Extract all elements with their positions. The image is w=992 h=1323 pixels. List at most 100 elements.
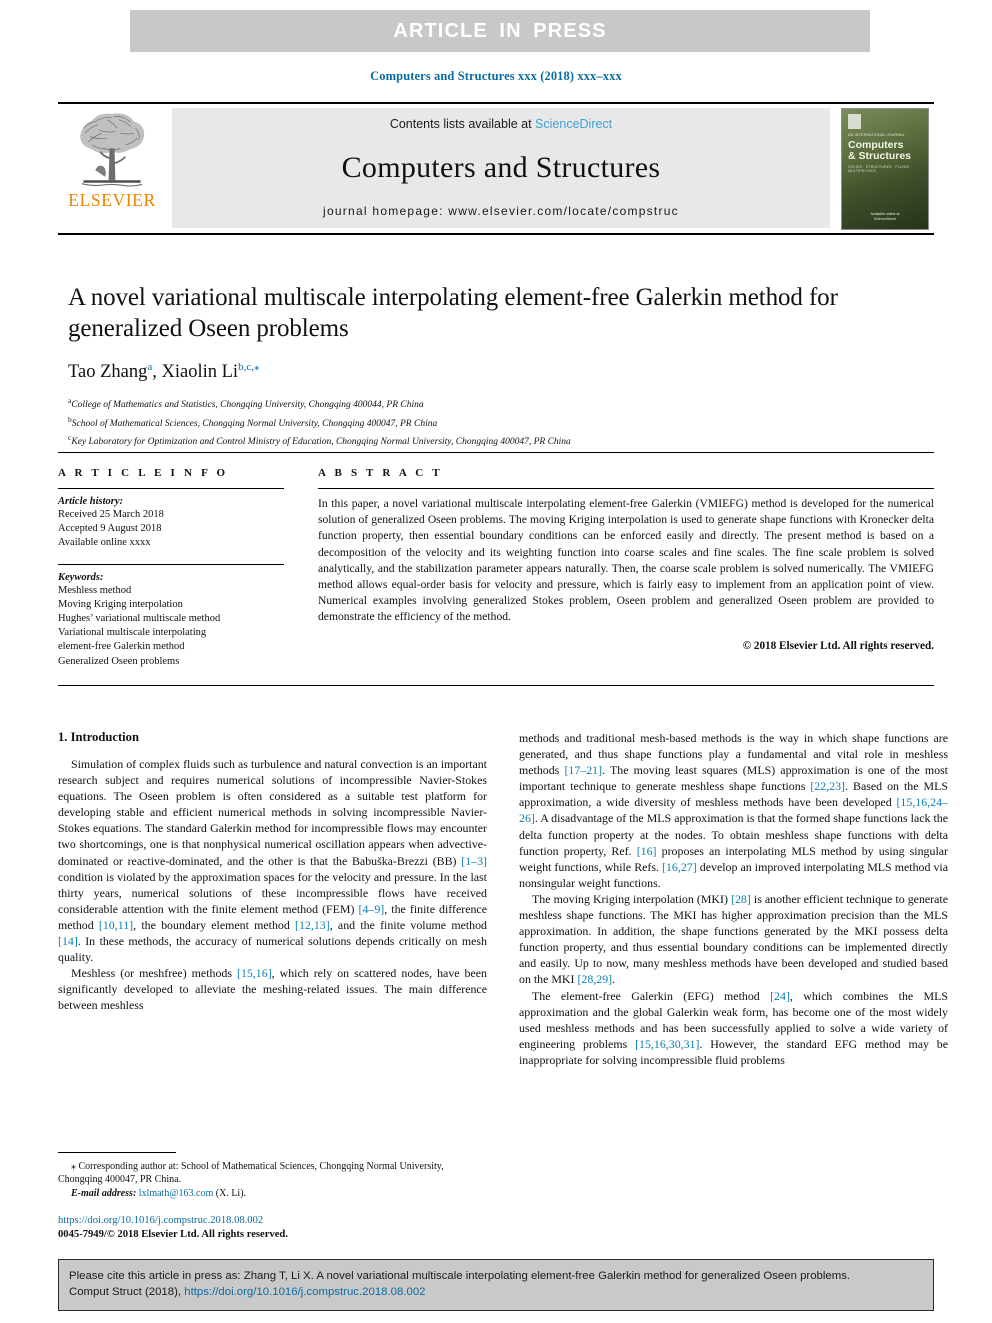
- footnote-divider: [58, 1151, 176, 1153]
- journal-homepage[interactable]: journal homepage: www.elsevier.com/locat…: [323, 204, 679, 218]
- keyword-item: Moving Kriging interpolation: [58, 598, 183, 610]
- author-list: Tao Zhanga, Xiaolin Lib,c,⁎: [68, 361, 260, 383]
- paragraph: The element-free Galerkin (EFG) method […: [519, 988, 948, 1067]
- body-column-left: 1. Introduction Simulation of complex fl…: [58, 730, 487, 1242]
- article-info-column: A R T I C L E I N F O Article history: R…: [58, 467, 298, 669]
- keyword-item: Meshless method: [58, 584, 132, 596]
- article-in-press-banner: ARTICLE IN PRESS: [130, 10, 870, 52]
- elsevier-tree-icon: [80, 113, 145, 187]
- keyword-item: element-free Galerkin method: [58, 641, 185, 653]
- citation-reference[interactable]: [14]: [58, 934, 78, 948]
- article-history-item: Available online xxxx: [58, 537, 151, 549]
- email-owner: (X. Li).: [215, 1187, 247, 1199]
- footnote-block: ⁎ Corresponding author at: School of Mat…: [58, 1151, 487, 1242]
- publisher-logo: ELSEVIER: [58, 104, 166, 233]
- citation-reference[interactable]: [15,16]: [237, 966, 272, 980]
- issn-copyright: 0045-7949/© 2018 Elsevier Ltd. All right…: [58, 1229, 288, 1240]
- masthead-center: Contents lists available at ScienceDirec…: [172, 108, 830, 228]
- citation-reference[interactable]: [16,27]: [662, 860, 697, 874]
- paragraph: The moving Kriging interpolation (MKI) […: [519, 891, 948, 987]
- running-head: Computers and Structures xxx (2018) xxx–…: [370, 69, 622, 83]
- corresponding-author-note: ⁎ Corresponding author at: School of Mat…: [58, 1160, 487, 1187]
- info-abstract-band: A R T I C L E I N F O Article history: R…: [58, 452, 934, 686]
- affiliation-item: aCollege of Mathematics and Statistics, …: [68, 394, 868, 413]
- article-info-heading: A R T I C L E I N F O: [58, 467, 229, 479]
- doi-link[interactable]: https://doi.org/10.1016/j.compstruc.2018…: [58, 1214, 487, 1228]
- cover-kicker: AN INTERNATIONAL JOURNAL: [848, 132, 905, 137]
- author-name: Tao Zhang: [68, 362, 148, 383]
- citation-reference[interactable]: [1–3]: [461, 854, 487, 868]
- citation-line-1: Please cite this article in press as: Zh…: [69, 1270, 851, 1282]
- citation-reference[interactable]: [15,16,30,31]: [635, 1037, 699, 1051]
- citation-reference[interactable]: [16]: [637, 844, 657, 858]
- abstract-column: A B S T R A C T In this paper, a novel v…: [298, 467, 934, 669]
- abstract-text: In this paper, a novel variational multi…: [318, 497, 934, 624]
- keyword-item: Generalized Oseen problems: [58, 655, 180, 667]
- journal-title: Computers and Structures: [341, 150, 661, 184]
- cover-title-line2: & Structures: [848, 150, 912, 162]
- citation-reference[interactable]: [17–21]: [564, 763, 602, 777]
- paragraph: Meshless (or meshfree) methods [15,16], …: [58, 966, 487, 1013]
- journal-masthead: ELSEVIER Contents lists available at Sci…: [58, 102, 934, 235]
- author-affiliation-marker: b,c,⁎: [238, 361, 260, 373]
- article-in-press-label: ARTICLE IN PRESS: [393, 19, 607, 42]
- title-block: A novel variational multiscale interpola…: [68, 282, 868, 450]
- citation-reference[interactable]: [28]: [731, 892, 751, 906]
- citation-reference[interactable]: [4–9]: [359, 902, 385, 916]
- affiliation-text: School of Mathematical Sciences, Chongqi…: [71, 418, 438, 429]
- divider: [318, 488, 934, 489]
- author-name: Xiaolin Li: [161, 362, 239, 383]
- citation-reference[interactable]: [22,23]: [810, 779, 845, 793]
- divider: [58, 488, 284, 489]
- abstract-heading: A B S T R A C T: [318, 467, 443, 479]
- keywords-label: Keywords:: [58, 571, 104, 583]
- cover-subtitle: SOLIDS · STRUCTURES · FLUIDS · MULTIPHYS…: [848, 164, 912, 173]
- citation-prefix: Comput Struct (2018),: [69, 1286, 185, 1298]
- citation-reference[interactable]: [12,13]: [295, 918, 330, 932]
- copyright-line: © 2018 Elsevier Ltd. All rights reserved…: [742, 639, 934, 652]
- article-history-label: Article history:: [58, 496, 124, 507]
- email-note: E-mail address: lxlmath@163.com (X. Li).: [58, 1187, 487, 1200]
- footnote-star-icon: ⁎: [71, 1160, 76, 1172]
- citation-line-2: Comput Struct (2018), https://doi.org/10…: [69, 1284, 923, 1300]
- citation-reference[interactable]: [15,16,24–26]: [519, 795, 948, 825]
- corresponding-author-text: Corresponding author at: School of Mathe…: [58, 1160, 444, 1186]
- affiliation-text: College of Mathematics and Statistics, C…: [71, 400, 424, 411]
- cover-title: Computers & Structures: [848, 139, 912, 163]
- citation-notice-box: Please cite this article in press as: Zh…: [58, 1259, 934, 1311]
- sciencedirect-link[interactable]: ScienceDirect: [535, 117, 612, 131]
- body-columns: 1. Introduction Simulation of complex fl…: [58, 730, 948, 1242]
- cover-footer: Available online at ScienceDirect: [842, 212, 928, 222]
- keyword-item: Variational multiscale interpolating: [58, 627, 207, 639]
- cover-footer-line2: ScienceDirect: [873, 216, 897, 221]
- journal-cover-thumbnail: AN INTERNATIONAL JOURNAL Computers & Str…: [836, 104, 934, 233]
- email-link[interactable]: lxlmath@163.com: [139, 1188, 213, 1199]
- citation-reference[interactable]: [10,11]: [99, 918, 133, 932]
- paragraph: Simulation of complex fluids such as tur…: [58, 757, 487, 965]
- contents-prefix: Contents lists available at: [389, 117, 536, 131]
- affiliation-item: bSchool of Mathematical Sciences, Chongq…: [68, 413, 868, 432]
- citation-doi-link[interactable]: https://doi.org/10.1016/j.compstruc.2018…: [184, 1286, 425, 1298]
- body-column-right: methods and traditional mesh-based metho…: [519, 730, 948, 1242]
- keyword-item: Hughes’ variational multiscale method: [58, 613, 221, 625]
- affiliation-list: aCollege of Mathematics and Statistics, …: [68, 394, 868, 450]
- author-affiliation-marker: a: [147, 361, 153, 373]
- section-heading: 1. Introduction: [58, 730, 139, 744]
- contents-list-line: Contents lists available at ScienceDirec…: [390, 117, 612, 131]
- elsevier-wordmark: ELSEVIER: [68, 190, 156, 210]
- cover-publisher-mark-icon: [848, 113, 861, 129]
- article-page: ARTICLE IN PRESS Computers and Structure…: [0, 0, 992, 1323]
- citation-reference[interactable]: [28,29]: [577, 972, 612, 986]
- paragraph: methods and traditional mesh-based metho…: [519, 731, 948, 890]
- affiliation-text: Key Laboratory for Optimization and Cont…: [71, 437, 571, 448]
- affiliation-item: cKey Laboratory for Optimization and Con…: [68, 431, 868, 450]
- divider: [58, 563, 284, 565]
- paper-title: A novel variational multiscale interpola…: [68, 284, 838, 342]
- cover-image: AN INTERNATIONAL JOURNAL Computers & Str…: [841, 107, 929, 230]
- email-label: E-mail address:: [71, 1187, 137, 1199]
- citation-reference[interactable]: [24]: [770, 989, 790, 1003]
- article-history-item: Received 25 March 2018: [58, 509, 164, 520]
- article-history-item: Accepted 9 August 2018: [58, 523, 162, 535]
- doi-block: https://doi.org/10.1016/j.compstruc.2018…: [58, 1214, 487, 1242]
